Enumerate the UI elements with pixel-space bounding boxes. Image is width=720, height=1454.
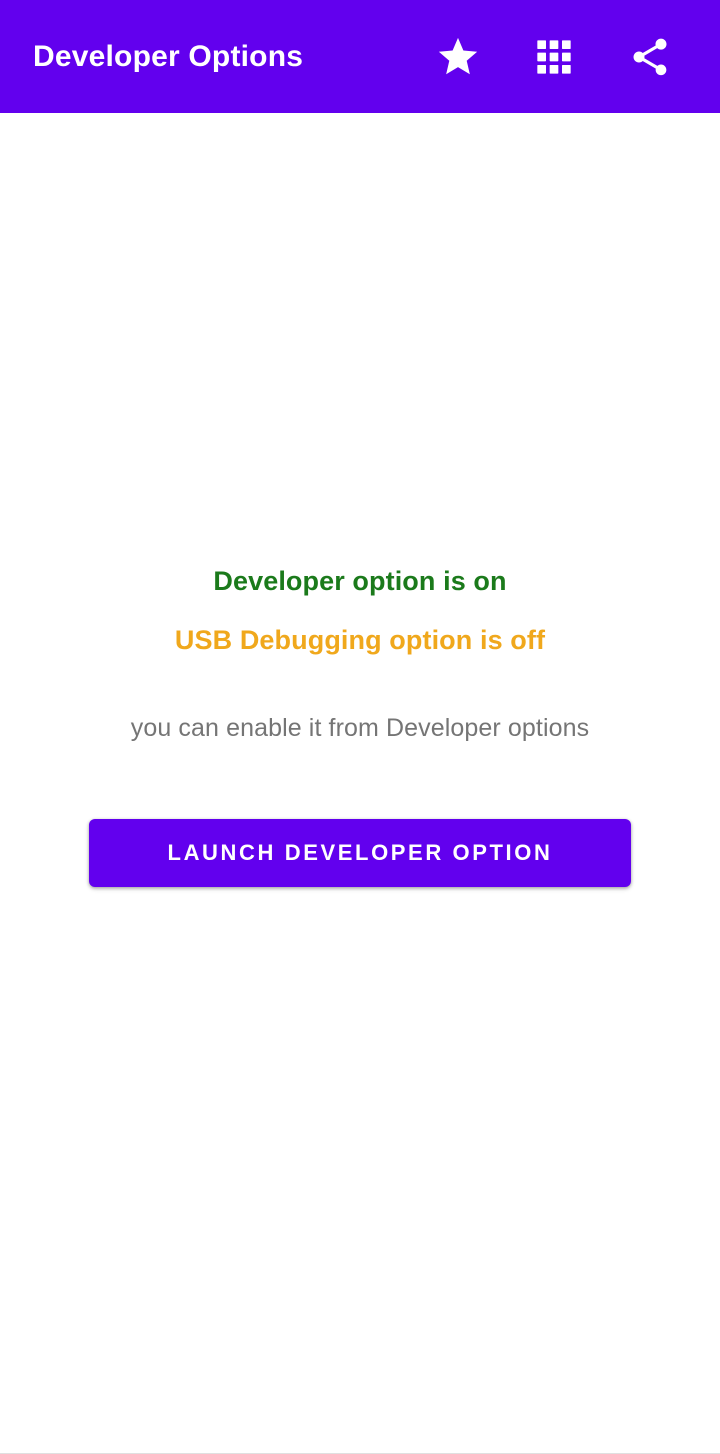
app-bar-actions	[410, 9, 698, 105]
star-icon[interactable]	[410, 9, 506, 105]
apps-grid-icon[interactable]	[506, 9, 602, 105]
page-title: Developer Options	[33, 40, 304, 73]
usb-debugging-status: USB Debugging option is off	[174, 625, 546, 655]
main-content: Developer option is on USB Debugging opt…	[0, 113, 720, 1454]
developer-option-status: Developer option is on	[213, 566, 507, 596]
enable-hint-text: you can enable it from Developer options	[130, 714, 590, 742]
launch-developer-option-button[interactable]: Launch Developer Option	[89, 819, 631, 887]
share-icon[interactable]	[602, 9, 698, 105]
app-bar: Developer Options	[0, 0, 720, 113]
